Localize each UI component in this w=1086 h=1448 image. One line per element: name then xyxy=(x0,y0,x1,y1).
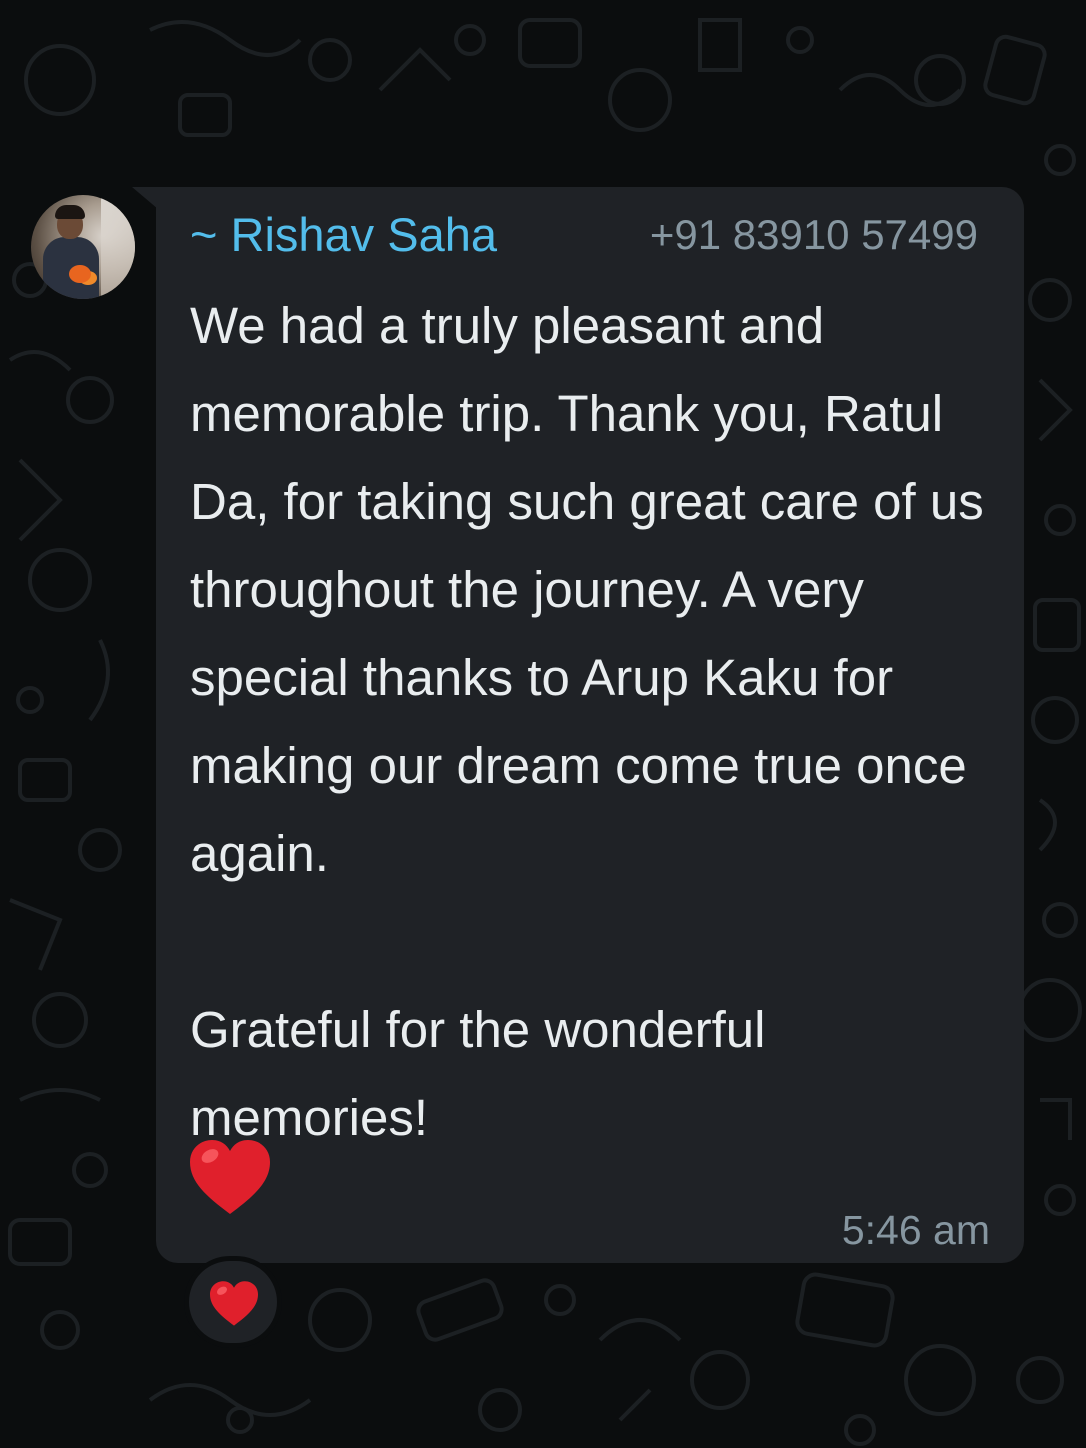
heart-reaction-icon xyxy=(210,1281,258,1326)
message-paragraph: We had a truly pleasant and memorable tr… xyxy=(190,297,984,882)
bubble-tail xyxy=(132,187,158,209)
message-timestamp: 5:46 am xyxy=(841,1207,990,1253)
avatar-flowers xyxy=(69,265,91,283)
avatar-person-hair xyxy=(55,205,85,219)
message-paragraph: Grateful for the wonderful memories! xyxy=(190,1001,766,1146)
sender-name[interactable]: ~ Rishav Saha xyxy=(190,207,497,262)
avatar-background xyxy=(101,195,135,299)
reaction-badge[interactable] xyxy=(184,1256,282,1348)
sender-avatar[interactable] xyxy=(31,195,135,299)
sender-phone[interactable]: +91 83910 57499 xyxy=(650,211,978,259)
message-body: We had a truly pleasant and memorable tr… xyxy=(190,282,1010,1162)
heart-icon xyxy=(188,1138,272,1218)
